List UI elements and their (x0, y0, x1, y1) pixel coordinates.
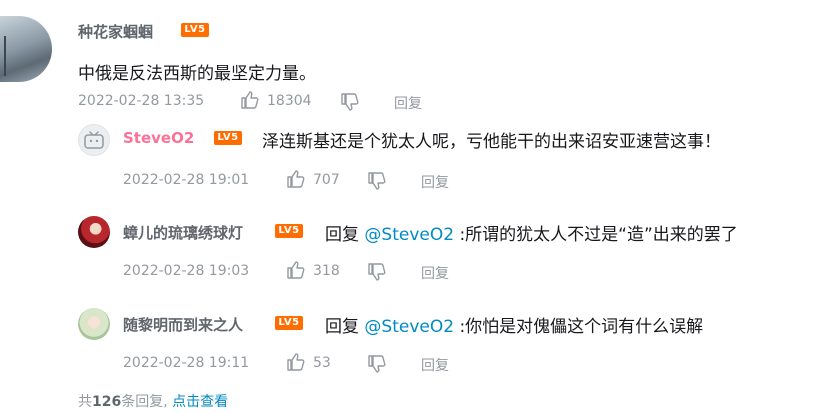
reply-prefix: 回复 (325, 317, 359, 337)
username[interactable]: 随黎明而到来之人 (123, 314, 243, 335)
level-badge: LV5 (275, 316, 303, 330)
username[interactable]: SteveO2 (123, 129, 194, 147)
like-count: 318 (313, 263, 340, 279)
comment-text: :所谓的犹太人不过是“造”出来的罢了 (459, 225, 738, 245)
footer-suffix: 条回复, (121, 394, 168, 410)
level-badge: LV5 (214, 131, 242, 145)
thumbs-down-icon (368, 263, 386, 281)
like-count: 18304 (267, 93, 312, 109)
view-more-link[interactable]: 点击查看 (172, 394, 228, 410)
like-button[interactable] (286, 260, 306, 280)
thumbs-down-icon (341, 93, 359, 111)
reply-button[interactable]: 回复 (421, 263, 449, 283)
mention-link[interactable]: @SteveO2 (364, 225, 454, 245)
comment-content: 泽连斯基还是个犹太人呢，亏他能干的出来诏安亚速营这事！ (262, 132, 721, 152)
reply-button[interactable]: 回复 (421, 355, 449, 375)
timestamp: 2022-02-28 19:01 (123, 172, 250, 188)
avatar[interactable] (78, 124, 110, 156)
timestamp: 2022-02-28 19:03 (123, 263, 250, 279)
thumbs-up-icon (287, 261, 305, 279)
reply-prefix: 回复 (325, 225, 359, 245)
thumbs-up-icon (241, 91, 259, 109)
like-button[interactable] (240, 90, 260, 110)
comment-content: 回复 @SteveO2 :你怕是对傀儡这个词有什么误解 (325, 312, 703, 337)
reply-count: 126 (92, 394, 122, 410)
thumbs-up-icon (287, 170, 305, 188)
reply-button[interactable]: 回复 (421, 172, 449, 192)
level-badge: LV5 (275, 224, 303, 238)
view-more-replies: 共126条回复, 点击查看 (78, 391, 228, 411)
like-count: 53 (313, 355, 331, 371)
dislike-button[interactable] (340, 92, 360, 112)
like-button[interactable] (286, 352, 306, 372)
dislike-button[interactable] (367, 171, 387, 191)
avatar[interactable] (78, 216, 110, 248)
avatar[interactable] (78, 308, 110, 340)
thumbs-up-icon (287, 353, 305, 371)
username[interactable]: 蟑儿的琉璃绣球灯 (123, 222, 243, 243)
tv-mascot-icon (84, 131, 104, 149)
reply-button[interactable]: 回复 (394, 93, 422, 113)
timestamp: 2022-02-28 19:11 (123, 355, 250, 371)
level-badge: LV5 (181, 23, 209, 37)
dislike-button[interactable] (367, 262, 387, 282)
footer-prefix: 共 (78, 394, 92, 410)
username[interactable]: 种花家蝈蝈 (78, 21, 153, 42)
dislike-button[interactable] (367, 354, 387, 374)
like-button[interactable] (286, 169, 306, 189)
comment-text: :你怕是对傀儡这个词有什么误解 (459, 317, 704, 337)
avatar[interactable] (0, 16, 52, 82)
thumbs-down-icon (368, 355, 386, 373)
mention-link[interactable]: @SteveO2 (364, 317, 454, 337)
comment-content: 中俄是反法西斯的最坚定力量。 (78, 64, 316, 84)
thumbs-down-icon (368, 172, 386, 190)
like-count: 707 (313, 172, 340, 188)
comment-content: 回复 @SteveO2 :所谓的犹太人不过是“造”出来的罢了 (325, 220, 738, 245)
timestamp: 2022-02-28 13:35 (78, 93, 205, 109)
